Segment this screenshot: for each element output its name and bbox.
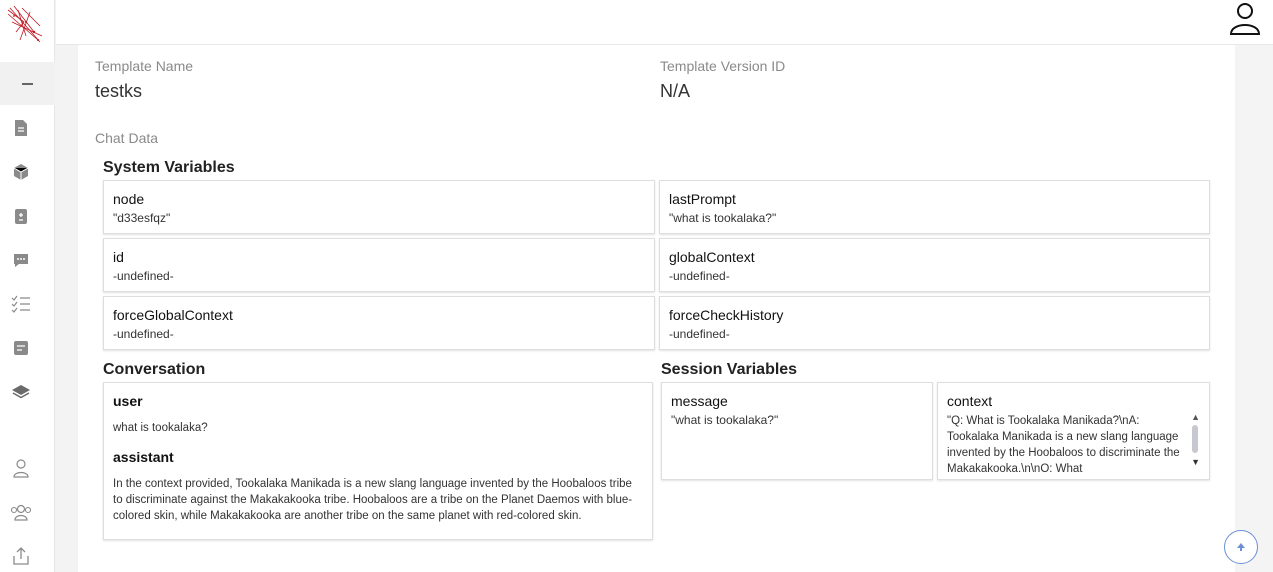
scroll-to-top-button[interactable] [1224, 530, 1258, 564]
template-version-label: Template Version ID [660, 58, 786, 74]
user-account-icon[interactable] [1227, 0, 1263, 36]
collapse-icon [22, 82, 33, 85]
main-content: Template Name testks Template Version ID… [78, 45, 1235, 572]
variable-card: lastPrompt "what is tookalaka?" [659, 180, 1210, 234]
variable-card: forceCheckHistory -undefined- [659, 296, 1210, 350]
variable-card: globalContext -undefined- [659, 238, 1210, 292]
sidebar-item-documents[interactable] [10, 117, 32, 139]
sidebar-item-profile[interactable] [10, 457, 32, 479]
variable-key: message [671, 393, 728, 409]
variable-key: lastPrompt [669, 191, 736, 207]
scroll-down-arrow-icon[interactable]: ▼ [1191, 457, 1200, 467]
variable-value: -undefined- [669, 327, 730, 341]
template-name-label: Template Name [95, 58, 194, 74]
sidebar [0, 0, 55, 572]
variable-key: forceCheckHistory [669, 307, 784, 323]
team-icon [10, 504, 32, 521]
variable-key: globalContext [669, 249, 755, 265]
checklist-icon [11, 295, 30, 313]
variable-value: "d33esfqz" [113, 211, 171, 225]
top-bar [56, 0, 1273, 45]
sidebar-item-layers[interactable] [10, 381, 32, 403]
sidebar-item-notes[interactable] [10, 337, 32, 359]
variable-card: id -undefined- [103, 238, 655, 292]
template-name-value: testks [95, 81, 143, 101]
message-text: In the context provided, Tookalaka Manik… [113, 478, 633, 522]
layers-icon [12, 385, 30, 399]
notes-icon [14, 341, 28, 355]
cube-icon [13, 164, 29, 180]
session-variable-card: message "what is tookalaka?" [661, 382, 933, 480]
variable-value: -undefined- [669, 269, 730, 283]
scroll-up-arrow-icon[interactable]: ▲ [1191, 412, 1200, 422]
sidebar-item-checklist[interactable] [10, 293, 32, 315]
document-icon [15, 120, 27, 136]
conversation-title: Conversation [103, 361, 206, 378]
variable-key: node [113, 191, 145, 207]
variable-value: "what is tookalaka?" [671, 413, 779, 427]
variable-card: node "d33esfqz" [103, 180, 655, 234]
upload-icon [13, 547, 29, 565]
clipboard-icon [15, 209, 27, 224]
variable-value: -undefined- [113, 327, 174, 341]
conversation-panel: user what is tookalaka? assistant In the… [103, 382, 653, 540]
context-value[interactable]: "Q: What is Tookalaka Manikada?\nA: Took… [947, 413, 1187, 473]
app-logo[interactable] [4, 2, 46, 46]
variable-value: -undefined- [113, 269, 174, 283]
session-variable-card: context "Q: What is Tookalaka Manikada?\… [937, 382, 1210, 480]
sidebar-item-export[interactable] [10, 545, 32, 567]
message-role: assistant [113, 449, 174, 465]
sidebar-item-tasks[interactable] [10, 205, 32, 227]
scrollbar-thumb[interactable] [1192, 425, 1198, 453]
sidebar-collapse-button[interactable] [0, 62, 55, 105]
right-gutter [1235, 45, 1273, 572]
variable-key: id [113, 249, 124, 265]
message-role: user [113, 393, 143, 409]
session-variables-title: Session Variables [661, 361, 798, 378]
sidebar-item-chat[interactable] [10, 249, 32, 271]
variable-key: forceGlobalContext [113, 307, 233, 323]
sidebar-item-models[interactable] [10, 161, 32, 183]
user-icon [13, 459, 29, 478]
variable-value: "what is tookalaka?" [669, 211, 777, 225]
arrow-up-icon [1237, 543, 1245, 551]
variable-card: forceGlobalContext -undefined- [103, 296, 655, 350]
chat-icon [14, 254, 28, 267]
system-variables-title: System Variables [103, 159, 235, 176]
message-text: what is tookalaka? [113, 422, 208, 434]
variable-key: context [947, 393, 993, 409]
sidebar-item-team[interactable] [10, 501, 32, 523]
template-version-value: N/A [660, 81, 691, 101]
chat-data-label: Chat Data [95, 130, 159, 146]
